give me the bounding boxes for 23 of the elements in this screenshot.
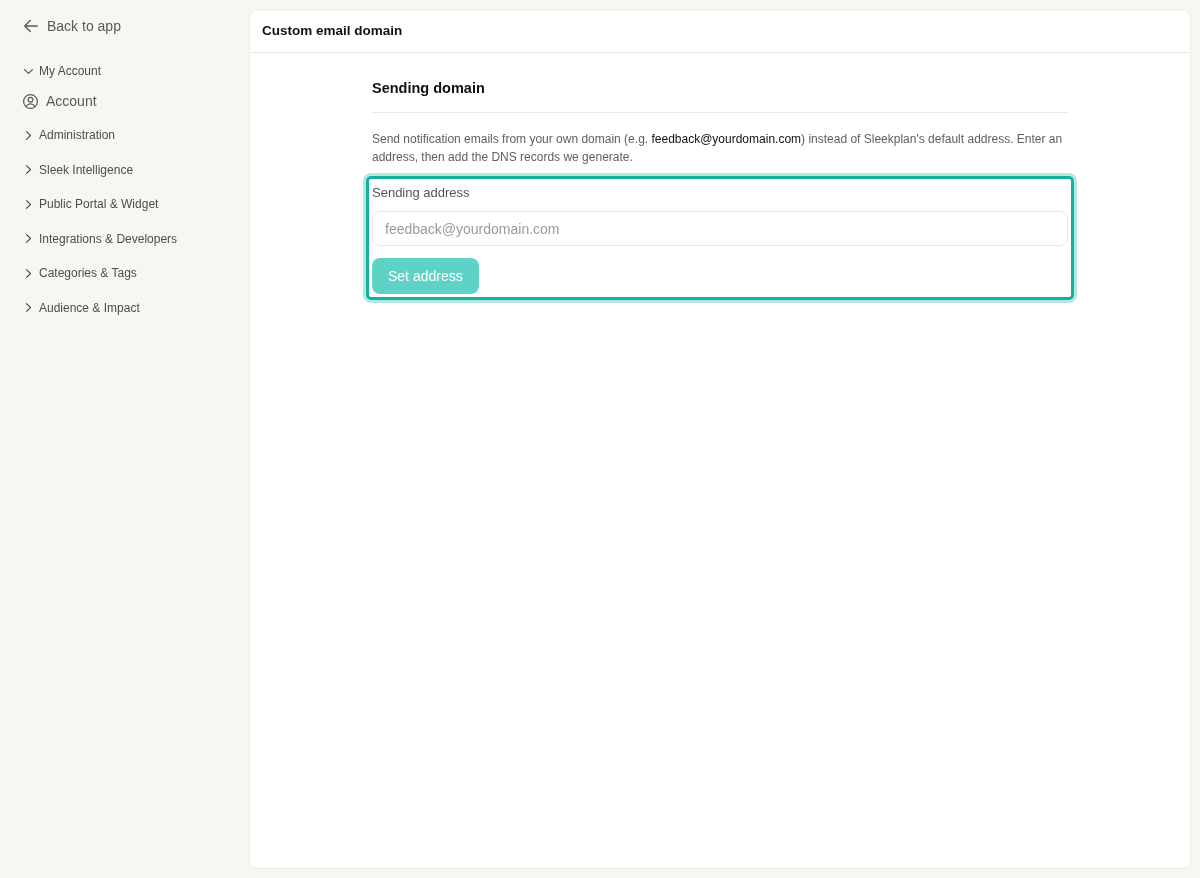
sidebar-group-toggle[interactable]: Sleek Intelligence (24, 161, 134, 178)
chevron-right-icon (24, 234, 33, 243)
chevron-right-icon (24, 268, 33, 278)
chevron-right-icon (24, 130, 33, 140)
field-label: Sending address (372, 184, 470, 202)
sidebar-group-toggle[interactable]: Integrations & Developers (24, 230, 178, 247)
section-title: Sending domain (372, 80, 485, 96)
back-arrow-icon (24, 19, 38, 33)
chevron-right-icon (24, 165, 33, 174)
sidebar-item[interactable]: Account (24, 91, 101, 111)
sidebar-group-toggle[interactable]: Administration (24, 127, 116, 143)
panel-title: Custom email domain (262, 21, 403, 40)
back-link[interactable]: Back to app (24, 16, 121, 36)
chevron-right-icon (24, 303, 33, 312)
email-input[interactable]: feedback@yourdomain.com (372, 211, 1068, 246)
description-text: Send notification emails from your own domain (e.g. feedback@yourdomain.com) instead of Sleekplan's default address. Enter an address, then add the DNS records we generate. (372, 131, 1064, 166)
user-circle-icon (23, 93, 38, 109)
sidebar-group-toggle[interactable]: My Account (24, 63, 102, 79)
chevron-right-icon (24, 199, 33, 209)
sidebar-group-toggle[interactable]: Categories & Tags (24, 265, 137, 281)
chevron-down-icon (24, 66, 33, 76)
sidebar-group-toggle[interactable]: Audience & Impact (24, 299, 140, 316)
sidebar-group-toggle[interactable]: Public Portal & Widget (24, 196, 159, 212)
